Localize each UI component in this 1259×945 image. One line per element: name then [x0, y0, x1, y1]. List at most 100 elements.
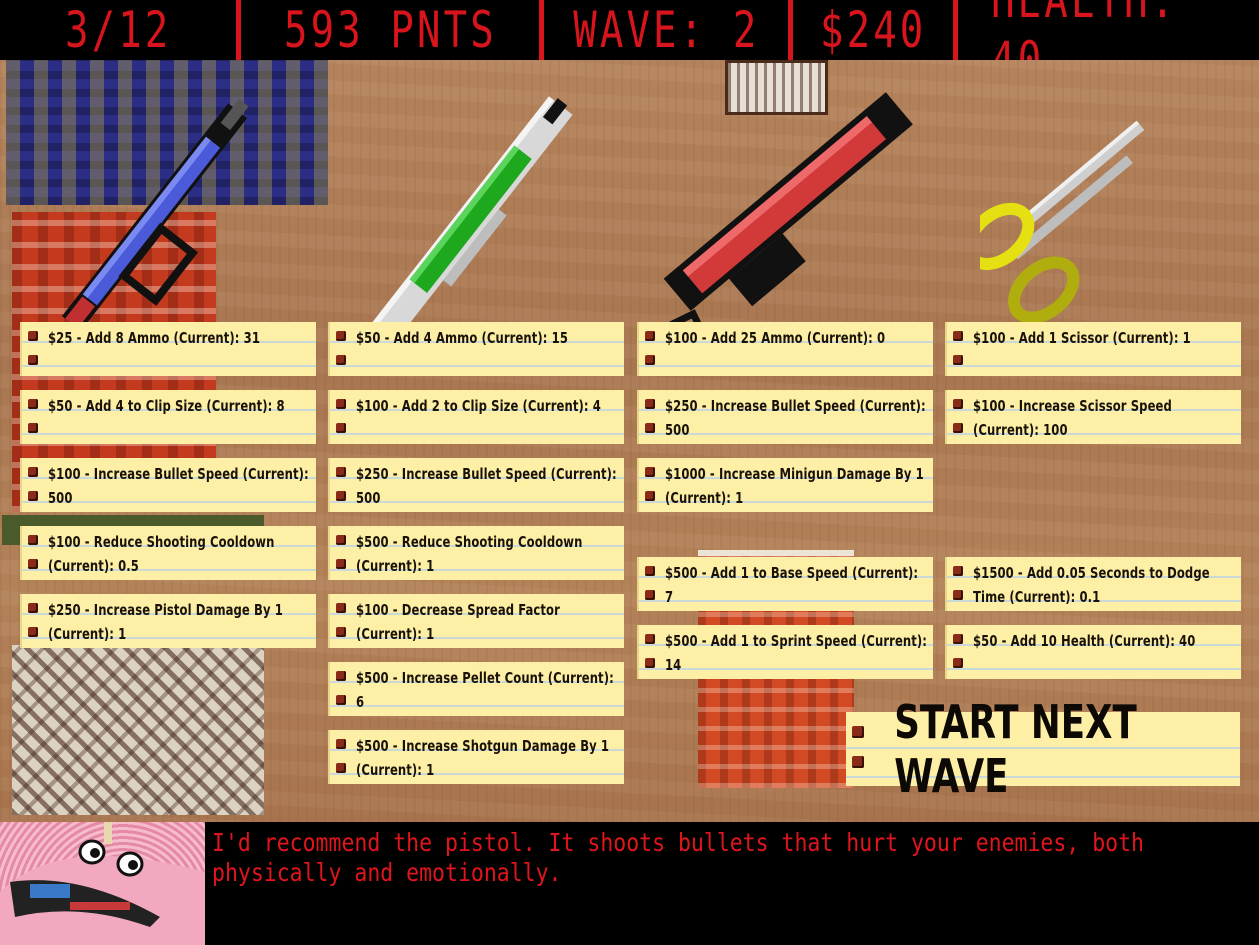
pin-icon [28, 331, 38, 341]
pink-yarn-creature-icon [0, 822, 205, 945]
upgrade-note-shotgun-damage[interactable]: $500 - Increase Shotgun Damage By 1 (Cur… [328, 730, 624, 784]
upgrade-label: $500 - Reduce Shooting Cooldown (Current… [356, 533, 583, 575]
upgrade-label: $250 - Increase Bullet Speed (Current): … [665, 397, 926, 439]
upgrade-note-pistol-bullet-speed[interactable]: $100 - Increase Bullet Speed (Current): … [20, 458, 316, 512]
pin-icon [953, 658, 963, 668]
pin-icon [645, 566, 655, 576]
upgrade-note-shotgun-ammo[interactable]: $50 - Add 4 Ammo (Current): 15 [328, 322, 624, 376]
pin-icon [28, 535, 38, 545]
pin-icon [336, 671, 346, 681]
pin-icon [336, 763, 346, 773]
hud-health: HEALTH: 40 [991, 0, 1178, 60]
pin-icon [336, 739, 346, 749]
dialogue-text: I'd recommend the pistol. It shoots bull… [212, 828, 1144, 887]
pin-icon [953, 634, 963, 644]
upgrade-label: $50 - Add 4 to Clip Size (Current): 8 [48, 397, 285, 415]
upgrade-note-pistol-damage[interactable]: $250 - Increase Pistol Damage By 1 (Curr… [20, 594, 316, 648]
upgrade-label: $100 - Add 1 Scissor (Current): 1 [973, 329, 1191, 347]
upgrade-note-minigun-bullet-speed[interactable]: $250 - Increase Bullet Speed (Current): … [637, 390, 933, 444]
upgrade-note-scissor-count[interactable]: $100 - Add 1 Scissor (Current): 1 [945, 322, 1241, 376]
hud-bar: 3/12 593 PNTS WAVE: 2 $240 HEALTH: 40 [0, 0, 1259, 60]
pin-icon [28, 423, 38, 433]
upgrade-label: $1000 - Increase Minigun Damage By 1 (Cu… [665, 465, 924, 507]
pin-icon [645, 355, 655, 365]
upgrade-label: $100 - Reduce Shooting Cooldown (Current… [48, 533, 275, 575]
hud-points: 593 PNTS [283, 1, 497, 59]
upgrade-note-minigun-damage[interactable]: $1000 - Increase Minigun Damage By 1 (Cu… [637, 458, 933, 512]
upgrade-note-shotgun-cooldown[interactable]: $500 - Reduce Shooting Cooldown (Current… [328, 526, 624, 580]
pin-icon [28, 399, 38, 409]
upgrade-label: $100 - Increase Bullet Speed (Current): … [48, 465, 309, 507]
pin-icon [28, 559, 38, 569]
upgrade-note-pistol-clip[interactable]: $50 - Add 4 to Clip Size (Current): 8 [20, 390, 316, 444]
upgrade-note-health[interactable]: $50 - Add 10 Health (Current): 40 [945, 625, 1241, 679]
pin-icon [645, 467, 655, 477]
hud-wave-cell: WAVE: 2 [544, 0, 788, 60]
pin-icon [953, 399, 963, 409]
paper-poster-image [12, 645, 264, 815]
upgrade-note-pistol-cooldown[interactable]: $100 - Reduce Shooting Cooldown (Current… [20, 526, 316, 580]
hud-progress-cell: 3/12 [0, 0, 236, 60]
pin-icon [336, 603, 346, 613]
upgrade-label: $100 - Increase Scissor Speed (Current):… [973, 397, 1172, 439]
upgrade-note-scissor-speed[interactable]: $100 - Increase Scissor Speed (Current):… [945, 390, 1241, 444]
pin-icon [336, 491, 346, 501]
pin-icon [645, 590, 655, 600]
upgrade-label: $500 - Add 1 to Base Speed (Current): 7 [665, 564, 919, 606]
pin-icon [336, 331, 346, 341]
pin-icon [645, 634, 655, 644]
pin-icon [852, 726, 864, 738]
upgrade-note-sprint-speed[interactable]: $500 - Add 1 to Sprint Speed (Current): … [637, 625, 933, 679]
upgrade-note-base-speed[interactable]: $500 - Add 1 to Base Speed (Current): 7 [637, 557, 933, 611]
upgrade-note-shotgun-clip[interactable]: $100 - Add 2 to Clip Size (Current): 4 [328, 390, 624, 444]
hud-health-cell: HEALTH: 40 [958, 0, 1259, 60]
pin-icon [336, 355, 346, 365]
pin-icon [645, 331, 655, 341]
upgrade-note-shotgun-spread[interactable]: $100 - Decrease Spread Factor (Current):… [328, 594, 624, 648]
upgrade-label: $25 - Add 8 Ammo (Current): 31 [48, 329, 260, 347]
pin-icon [28, 467, 38, 477]
upgrade-note-pistol-ammo[interactable]: $25 - Add 8 Ammo (Current): 31 [20, 322, 316, 376]
pin-icon [28, 627, 38, 637]
pin-icon [336, 399, 346, 409]
portrait-face [0, 822, 205, 945]
pin-icon [645, 399, 655, 409]
hud-progress: 3/12 [64, 1, 172, 59]
blue-pen-pistol-icon[interactable] [30, 70, 290, 360]
red-marker-minigun-icon[interactable] [630, 65, 930, 365]
upgrade-label: $100 - Add 2 to Clip Size (Current): 4 [356, 397, 601, 415]
pin-icon [28, 603, 38, 613]
upgrade-label: $1500 - Add 0.05 Seconds to Dodge Time (… [973, 564, 1210, 606]
pin-icon [336, 467, 346, 477]
upgrade-label: $500 - Add 1 to Sprint Speed (Current): … [665, 632, 928, 674]
hud-wave: WAVE: 2 [572, 1, 760, 59]
pin-icon [953, 355, 963, 365]
pin-icon [953, 423, 963, 433]
pin-icon [336, 695, 346, 705]
pin-icon [852, 756, 864, 768]
upgrade-note-dodge-time[interactable]: $1500 - Add 0.05 Seconds to Dodge Time (… [945, 557, 1241, 611]
pin-icon [336, 559, 346, 569]
hud-money-cell: $240 [793, 0, 953, 60]
upgrade-note-shotgun-pellets[interactable]: $500 - Increase Pellet Count (Current): … [328, 662, 624, 716]
upgrade-label: $100 - Add 25 Ammo (Current): 0 [665, 329, 886, 347]
upgrade-label: $100 - Decrease Spread Factor (Current):… [356, 601, 560, 643]
pin-icon [645, 491, 655, 501]
pin-icon [336, 535, 346, 545]
upgrade-label: $50 - Add 10 Health (Current): 40 [973, 632, 1196, 650]
upgrade-label: $250 - Increase Pistol Damage By 1 (Curr… [48, 601, 283, 643]
pin-icon [336, 627, 346, 637]
shop-desk: $25 - Add 8 Ammo (Current): 31 $50 - Add… [0, 60, 1259, 822]
pin-icon [645, 658, 655, 668]
upgrade-note-shotgun-bullet-speed[interactable]: $250 - Increase Bullet Speed (Current): … [328, 458, 624, 512]
pin-icon [336, 423, 346, 433]
upgrade-label: $500 - Increase Pellet Count (Current): … [356, 669, 614, 711]
pin-icon [645, 423, 655, 433]
pin-icon [953, 590, 963, 600]
hud-money: $240 [819, 1, 927, 59]
pin-icon [953, 566, 963, 576]
pin-icon [28, 491, 38, 501]
start-next-wave-button[interactable]: START NEXT WAVE [846, 695, 1240, 803]
upgrade-note-minigun-ammo[interactable]: $100 - Add 25 Ammo (Current): 0 [637, 322, 933, 376]
upgrade-label: $500 - Increase Shotgun Damage By 1 (Cur… [356, 737, 610, 779]
